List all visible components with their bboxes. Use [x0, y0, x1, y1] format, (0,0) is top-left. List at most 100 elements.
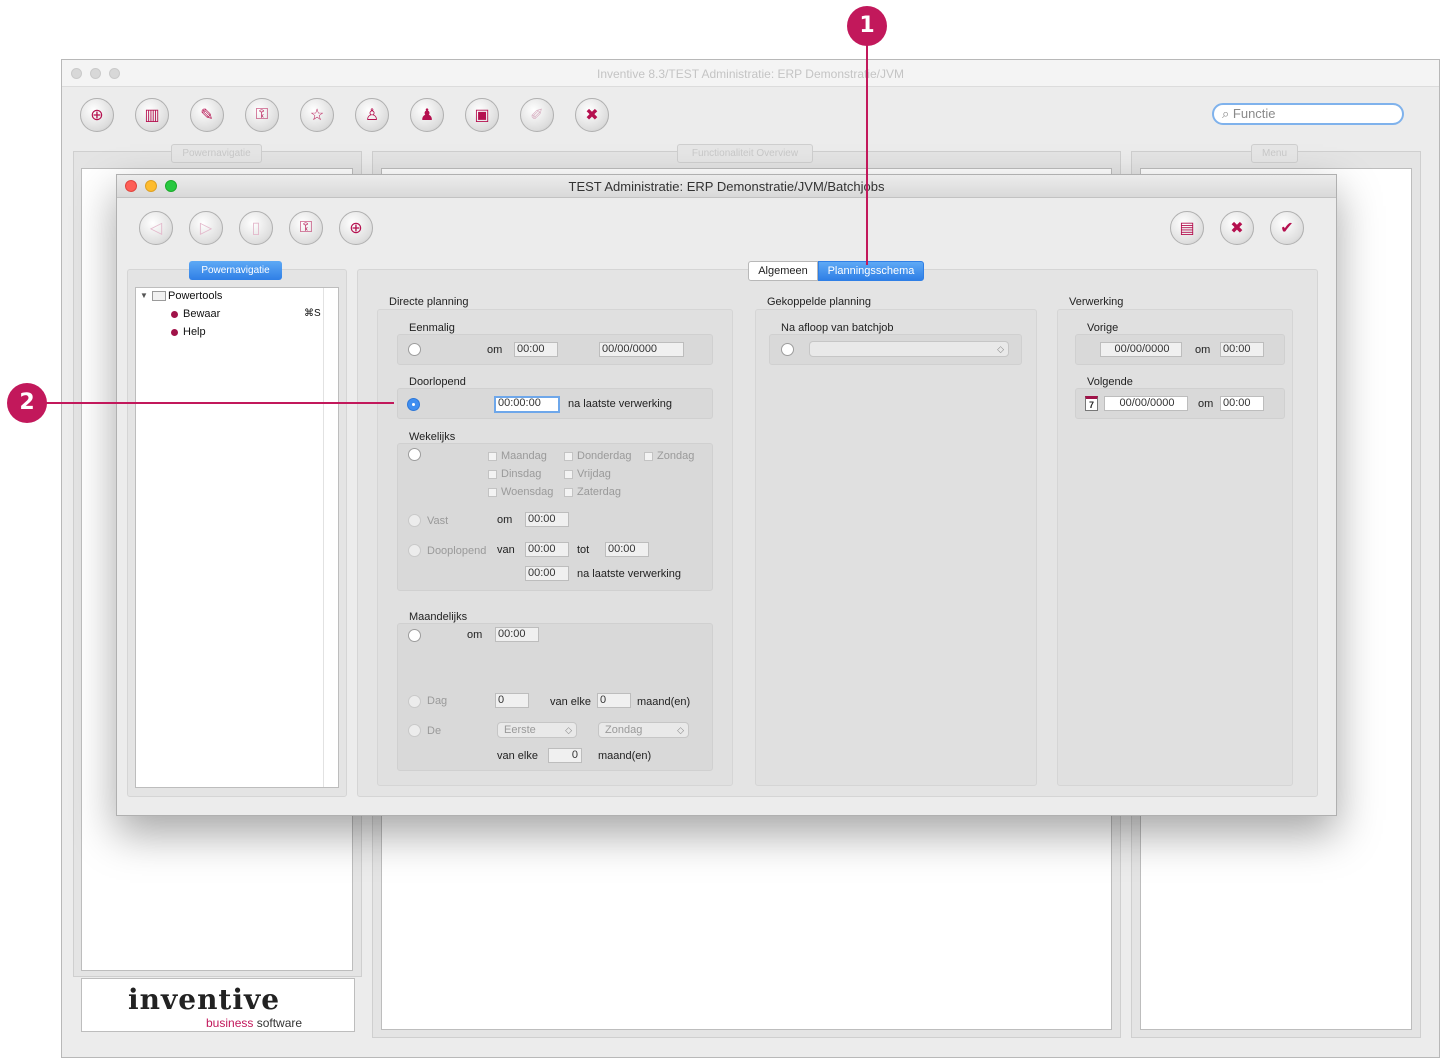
tree-root-powertools[interactable]: Powertools: [168, 290, 222, 302]
chevron-updown-icon: ◇: [997, 344, 1004, 354]
directe-planning-title: Directe planning: [389, 296, 469, 308]
woensdag-checkbox[interactable]: [488, 488, 497, 497]
maandelijks-radio[interactable]: [408, 629, 421, 642]
donderdag-checkbox[interactable]: [564, 452, 573, 461]
user-icon[interactable]: ♟: [410, 98, 444, 132]
doorlopend-interval-field[interactable]: 00:00:00: [494, 396, 560, 413]
tree-scrollbar-track[interactable]: [323, 288, 324, 787]
eenmalig-time-field[interactable]: 00:00: [514, 342, 558, 357]
logo-tagline-brand: business: [206, 1016, 254, 1030]
vast-time-field[interactable]: 00:00: [525, 512, 569, 527]
vrijdag-label: Vrijdag: [577, 468, 611, 480]
volgende-date-field[interactable]: 00/00/0000: [1104, 396, 1188, 411]
woensdag-label: Woensdag: [501, 486, 554, 498]
dinsdag-label: Dinsdag: [501, 468, 542, 480]
chevron-updown-icon: ◇: [565, 725, 572, 735]
zaterdag-label: Zaterdag: [577, 486, 622, 498]
tab-algemeen[interactable]: Algemeen: [748, 261, 818, 281]
logo-tagline: business software: [206, 1016, 302, 1030]
doorlopend-title: Doorlopend: [409, 376, 466, 388]
tree-disclosure-icon[interactable]: ▼: [140, 291, 148, 300]
doorlopend-suffix: na laatste verwerking: [568, 398, 672, 410]
confirm-button[interactable]: ✔: [1270, 211, 1304, 245]
wrench-icon[interactable]: ✎: [190, 98, 224, 132]
wekelijks-title: Wekelijks: [409, 431, 456, 443]
lifebuoy-icon[interactable]: ⊕: [339, 211, 373, 245]
lock-open-icon[interactable]: ⚿: [245, 98, 279, 132]
trash-icon[interactable]: ▯: [239, 211, 273, 245]
dialog-titlebar: TEST Administratie: ERP Demonstratie/JVM…: [117, 175, 1336, 198]
edit-document-icon[interactable]: ✐: [520, 98, 554, 132]
gekoppelde-planning-group: [755, 309, 1037, 786]
lifebuoy-icon[interactable]: ⊕: [80, 98, 114, 132]
tree-item-bewaar[interactable]: Bewaar: [183, 308, 220, 320]
zondag-checkbox[interactable]: [644, 452, 653, 461]
logo-tagline-rest: software: [256, 1016, 303, 1030]
doorlopend-radio[interactable]: [407, 398, 420, 411]
vorige-date-field: 00/00/0000: [1100, 342, 1182, 357]
de-label: De: [427, 725, 442, 737]
dag-label: Dag: [427, 695, 448, 707]
van-elke-field[interactable]: 0: [597, 693, 631, 708]
bg-left-panel-tab[interactable]: Powernavigatie: [171, 144, 262, 163]
cube-add-icon[interactable]: ▣: [465, 98, 499, 132]
volgende-title: Volgende: [1087, 376, 1133, 388]
volgende-om-label: om: [1198, 398, 1214, 410]
batchjob-select[interactable]: ◇: [809, 341, 1009, 357]
dag-radio[interactable]: [408, 695, 421, 708]
vrijdag-checkbox[interactable]: [564, 470, 573, 479]
eenmalig-radio[interactable]: [408, 343, 421, 356]
tot-time-field[interactable]: 00:00: [605, 542, 649, 557]
dag-field[interactable]: 0: [495, 693, 529, 708]
forward-arrow-icon[interactable]: ▷: [189, 211, 223, 245]
volgende-time-field[interactable]: 00:00: [1220, 396, 1264, 411]
bg-middle-panel-tab[interactable]: Functionaliteit Overview: [677, 144, 813, 163]
inventive-logo: inventive business software: [81, 978, 355, 1032]
maandelijks-time-field[interactable]: 00:00: [495, 627, 539, 642]
bg-right-panel-tab[interactable]: Menu: [1251, 144, 1298, 163]
new-document-icon[interactable]: ▤: [1170, 211, 1204, 245]
wekelijks-interval-suffix: na laatste verwerking: [577, 568, 681, 580]
calendar-icon[interactable]: 7: [1085, 396, 1098, 411]
van-elke2-field[interactable]: 0: [548, 748, 582, 763]
powertools-tree[interactable]: ▼ Powertools Bewaar ⌘S Help: [135, 287, 339, 788]
search-icon: ⌕: [1222, 106, 1230, 121]
callout-1-line: [866, 40, 868, 265]
tree-item-help[interactable]: Help: [183, 326, 206, 338]
tab-planningsschema[interactable]: Planningsschema: [818, 261, 924, 281]
wekelijks-radio[interactable]: [408, 448, 421, 461]
zaterdag-checkbox[interactable]: [564, 488, 573, 497]
user-ik-icon[interactable]: ♙: [355, 98, 389, 132]
vast-radio[interactable]: [408, 514, 421, 527]
dialog-title: TEST Administratie: ERP Demonstratie/JVM…: [568, 179, 885, 194]
de-ordinal-select[interactable]: Eerste ◇: [497, 722, 577, 738]
maandag-checkbox[interactable]: [488, 452, 497, 461]
batchjobs-dialog: TEST Administratie: ERP Demonstratie/JVM…: [116, 174, 1337, 816]
close-circle-icon[interactable]: ✖: [575, 98, 609, 132]
search-placeholder: Functie: [1232, 106, 1276, 121]
na-afloop-radio[interactable]: [781, 343, 794, 356]
function-search-input[interactable]: ⌕ Functie: [1212, 103, 1404, 125]
books-icon[interactable]: ▥: [135, 98, 169, 132]
callout-1-badge: 1: [847, 6, 887, 46]
wekelijks-interval-field[interactable]: 00:00: [525, 566, 569, 581]
dooplopend-radio[interactable]: [408, 544, 421, 557]
de-radio[interactable]: [408, 724, 421, 737]
eenmalig-om-label: om: [487, 344, 503, 356]
eenmalig-date-field[interactable]: 00/00/0000: [599, 342, 684, 357]
de-weekday-select[interactable]: Zondag ◇: [598, 722, 689, 738]
van-label: van: [497, 544, 515, 556]
powernavigatie-button[interactable]: Powernavigatie: [189, 261, 282, 280]
verwerking-title: Verwerking: [1069, 296, 1124, 308]
lock-open-icon[interactable]: ⚿: [289, 211, 323, 245]
cancel-button[interactable]: ✖: [1220, 211, 1254, 245]
star-icon[interactable]: ☆: [300, 98, 334, 132]
vorige-om-label: om: [1195, 344, 1211, 356]
vorige-time-field: 00:00: [1220, 342, 1264, 357]
van-time-field[interactable]: 00:00: [525, 542, 569, 557]
callout-2-badge: 2: [7, 383, 47, 423]
dinsdag-checkbox[interactable]: [488, 470, 497, 479]
gekoppelde-planning-title: Gekoppelde planning: [767, 296, 871, 308]
background-window-title: Inventive 8.3/TEST Administratie: ERP De…: [596, 67, 904, 81]
back-arrow-icon[interactable]: ◁: [139, 211, 173, 245]
